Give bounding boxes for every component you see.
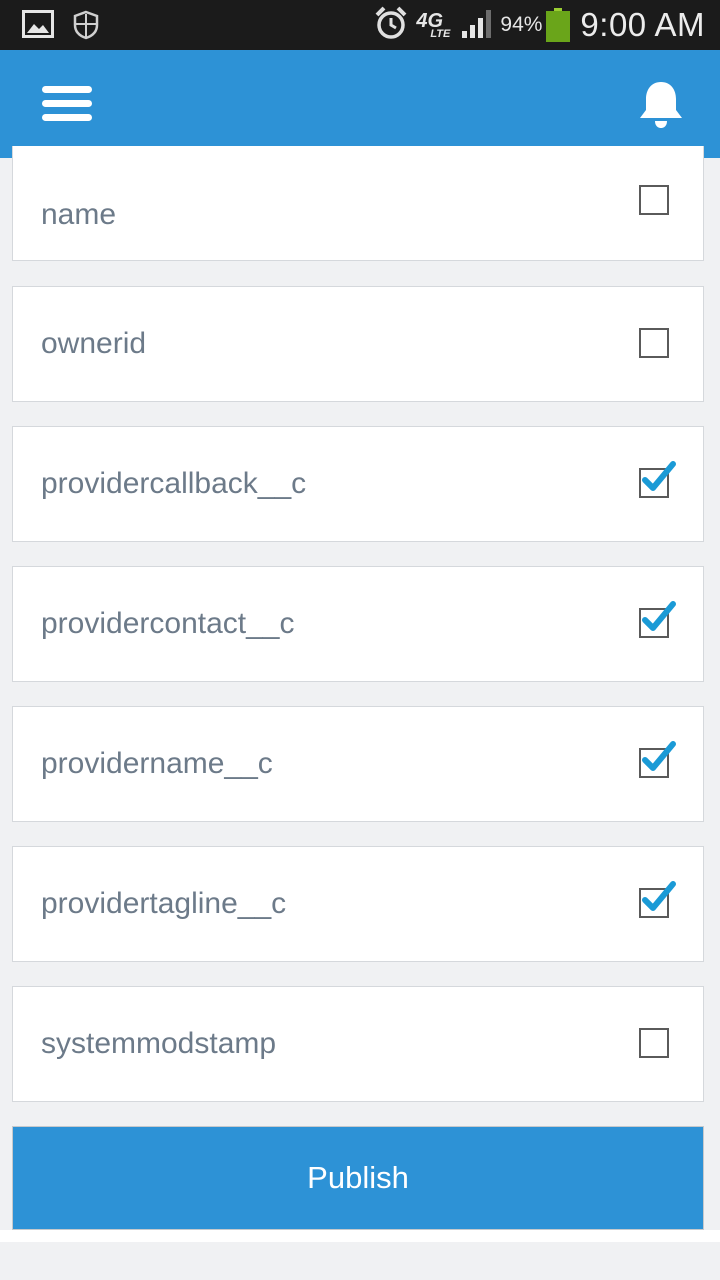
field-item[interactable]: name: [12, 146, 704, 261]
bottom-strip: [0, 1230, 720, 1242]
app-bar: [0, 50, 720, 158]
field-label: name: [41, 198, 117, 231]
field-label: ownerid: [41, 327, 147, 360]
check-icon: [642, 741, 676, 771]
field-item[interactable]: providercallback__c: [12, 426, 704, 542]
field-label: providercontact__c: [41, 607, 295, 640]
check-icon: [642, 461, 676, 491]
checkbox-unchecked[interactable]: [639, 328, 669, 358]
clock: 9:00 AM: [580, 6, 705, 43]
field-label: providercallback__c: [41, 467, 307, 500]
bell-icon[interactable]: [638, 80, 684, 130]
checkbox-checked[interactable]: [639, 461, 676, 498]
network-sub-label: LTE: [430, 28, 451, 40]
field-item[interactable]: providercontact__c: [12, 566, 704, 682]
field-item[interactable]: providertagline__c: [12, 846, 704, 962]
field-label: systemmodstamp: [41, 1027, 277, 1060]
status-bar: 4G LTE 94% 9:00 AM: [0, 0, 720, 50]
checkbox-checked[interactable]: [639, 741, 676, 778]
field-item[interactable]: ownerid: [12, 286, 704, 402]
checkbox-checked[interactable]: [639, 881, 676, 918]
status-right-group: 4G LTE 94% 9:00 AM: [374, 0, 720, 50]
4g-lte-icon: 4G LTE: [416, 8, 456, 42]
publish-button[interactable]: Publish: [12, 1126, 704, 1230]
hamburger-menu-icon[interactable]: [42, 86, 92, 122]
field-item[interactable]: providername__c: [12, 706, 704, 822]
signal-icon: [460, 7, 496, 44]
check-icon: [642, 601, 676, 631]
battery-icon: [546, 8, 571, 42]
image-icon: [22, 10, 54, 43]
shield-icon: [73, 10, 99, 45]
field-item[interactable]: systemmodstamp: [12, 986, 704, 1102]
field-label: providername__c: [41, 747, 273, 780]
checkbox-unchecked[interactable]: [639, 1028, 669, 1058]
checkbox-unchecked[interactable]: [639, 185, 669, 215]
alarm-icon: [374, 5, 408, 46]
check-icon: [642, 881, 676, 911]
checkbox-checked[interactable]: [639, 601, 676, 638]
battery-percent: 94%: [500, 13, 543, 36]
field-label: providertagline__c: [41, 887, 287, 920]
